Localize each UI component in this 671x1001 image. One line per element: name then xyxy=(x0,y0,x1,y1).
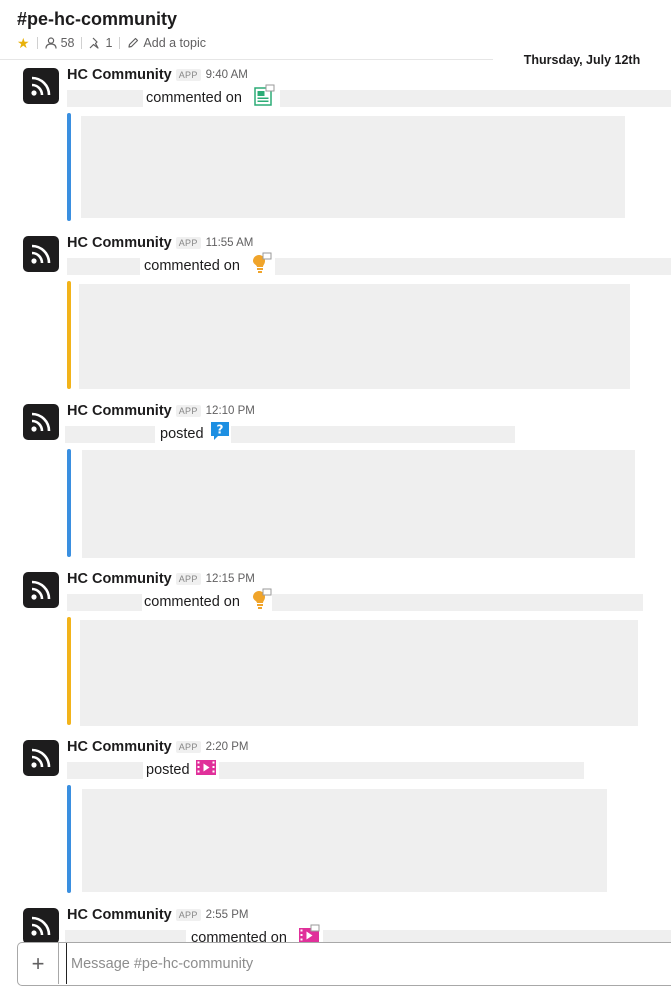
redacted-title xyxy=(272,594,643,611)
pinned-count[interactable]: 1 xyxy=(105,36,112,50)
timestamp[interactable]: 2:20 PM xyxy=(206,741,249,753)
app-badge: APP xyxy=(175,237,201,249)
lightbulb-icon xyxy=(253,252,272,273)
message: HC Community APP 11:55 AM commented on xyxy=(0,231,671,391)
redacted-title xyxy=(219,762,584,779)
channel-title[interactable]: #pe-hc-community xyxy=(17,9,177,30)
pin-icon xyxy=(89,37,101,49)
message: HC Community APP 2:55 PM commented on xyxy=(0,903,671,943)
action-text: commented on xyxy=(146,90,242,106)
document-icon xyxy=(254,84,275,106)
redacted-user xyxy=(67,762,143,779)
redacted-user xyxy=(67,258,140,275)
timestamp[interactable]: 11:55 AM xyxy=(206,237,254,249)
question-icon: ? xyxy=(211,422,229,440)
attachment-preview[interactable] xyxy=(82,450,635,558)
sender-line: HC Community APP 12:15 PM xyxy=(67,571,255,587)
sender-name[interactable]: HC Community xyxy=(67,571,172,587)
app-badge: APP xyxy=(175,573,201,585)
sender-line: HC Community APP 2:20 PM xyxy=(67,739,248,755)
app-badge: APP xyxy=(175,741,201,753)
message-text: commented on xyxy=(67,252,671,276)
action-text: posted xyxy=(146,762,190,778)
rss-icon[interactable] xyxy=(23,404,59,440)
channel-meta: ★ 58 1 Add a topic xyxy=(17,36,206,50)
message-text: commented on xyxy=(67,84,671,108)
action-text: commented on xyxy=(144,258,240,274)
video-icon xyxy=(196,760,216,775)
redacted-title xyxy=(231,426,515,443)
sender-name[interactable]: HC Community xyxy=(67,67,172,83)
attach-plus-button[interactable]: + xyxy=(18,943,59,984)
rss-icon[interactable] xyxy=(23,572,59,608)
redacted-title xyxy=(275,258,671,275)
meta-divider xyxy=(36,37,38,49)
timestamp[interactable]: 9:40 AM xyxy=(206,69,248,81)
rss-icon[interactable] xyxy=(23,236,59,272)
message: HC Community APP 12:15 PM commented on xyxy=(0,567,671,727)
member-count[interactable]: 58 xyxy=(61,36,75,50)
attachment-accent xyxy=(67,113,71,221)
timestamp[interactable]: 12:10 PM xyxy=(206,405,255,417)
rss-icon[interactable] xyxy=(23,68,59,104)
action-text: posted xyxy=(160,426,204,442)
message-text: posted ? xyxy=(65,422,671,444)
message-text: commented on xyxy=(67,588,671,612)
attachment-preview[interactable] xyxy=(82,789,607,892)
action-text: commented on xyxy=(144,594,240,610)
app-badge: APP xyxy=(175,69,201,81)
star-icon[interactable]: ★ xyxy=(17,36,30,50)
sender-name[interactable]: HC Community xyxy=(67,907,172,923)
meta-divider xyxy=(81,37,83,49)
attachment-accent xyxy=(67,617,71,725)
sender-name[interactable]: HC Community xyxy=(67,739,172,755)
attachment-preview[interactable] xyxy=(81,116,625,218)
rss-icon[interactable] xyxy=(23,740,59,776)
redacted-user xyxy=(67,90,143,107)
message: HC Community APP 9:40 AM commented on xyxy=(0,63,671,223)
message-input[interactable] xyxy=(66,943,666,984)
message-text: posted xyxy=(67,760,671,780)
svg-text:?: ? xyxy=(217,423,224,437)
timestamp[interactable]: 2:55 PM xyxy=(206,909,249,921)
attachment-accent xyxy=(67,449,71,557)
sender-line: HC Community APP 2:55 PM xyxy=(67,907,248,923)
video-icon xyxy=(299,924,320,943)
attachment-accent xyxy=(67,281,71,389)
message: HC Community APP 12:10 PM posted ? xyxy=(0,399,671,559)
pencil-icon xyxy=(127,37,139,49)
redacted-user xyxy=(67,594,142,611)
lightbulb-icon xyxy=(253,588,272,609)
timestamp[interactable]: 12:15 PM xyxy=(206,573,255,585)
sender-name[interactable]: HC Community xyxy=(67,235,172,251)
member-icon xyxy=(44,37,57,49)
attachment-preview[interactable] xyxy=(80,620,638,726)
message-composer: + xyxy=(17,942,671,986)
sender-line: HC Community APP 9:40 AM xyxy=(67,67,248,83)
add-topic-link[interactable]: Add a topic xyxy=(143,36,206,50)
sender-line: HC Community APP 11:55 AM xyxy=(67,235,253,251)
attachment-accent xyxy=(67,785,71,893)
message: HC Community APP 2:20 PM posted xyxy=(0,735,671,895)
attachment-preview[interactable] xyxy=(79,284,630,389)
app-badge: APP xyxy=(175,909,201,921)
app-badge: APP xyxy=(175,405,201,417)
sender-name[interactable]: HC Community xyxy=(67,403,172,419)
redacted-user xyxy=(65,426,155,443)
sender-line: HC Community APP 12:10 PM xyxy=(67,403,255,419)
meta-divider xyxy=(119,37,121,49)
redacted-title xyxy=(280,90,671,107)
rss-icon[interactable] xyxy=(23,908,59,943)
